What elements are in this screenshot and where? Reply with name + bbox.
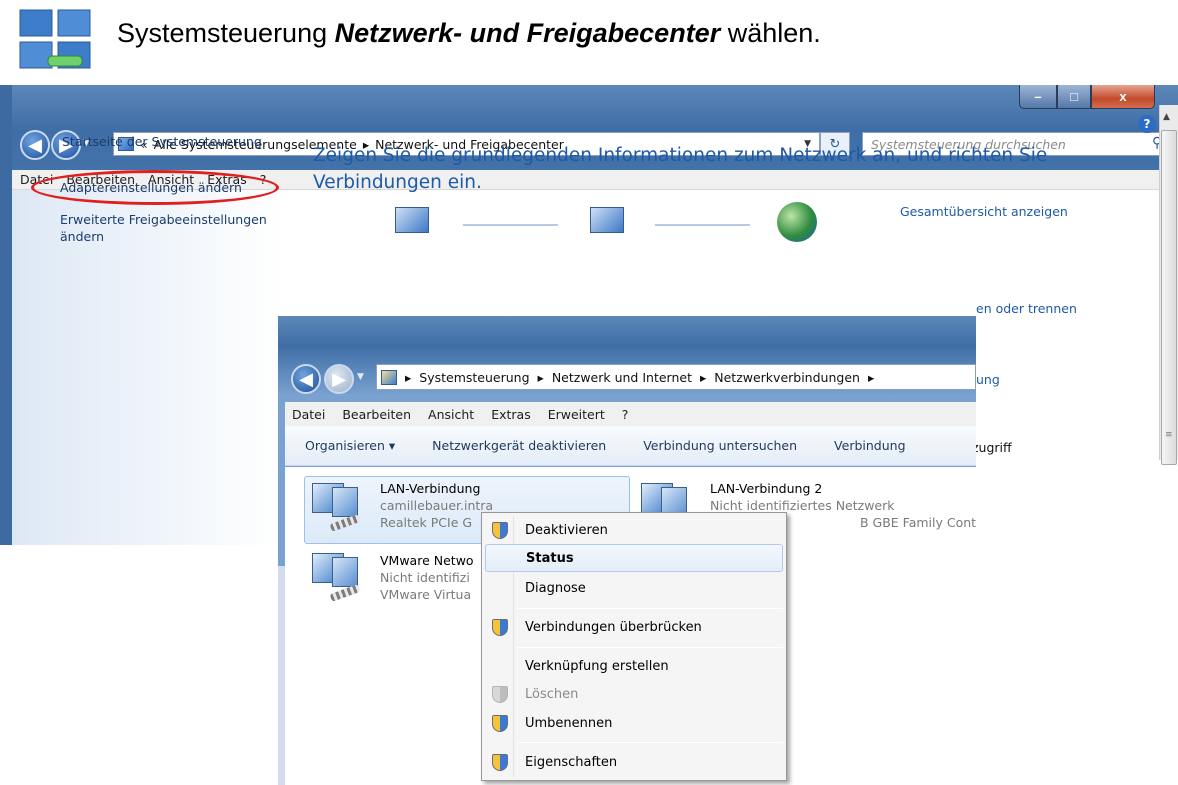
menu-item-create-shortcut[interactable]: Verknüpfung erstellen xyxy=(485,652,783,680)
arrow-left-icon: ◀ xyxy=(28,134,42,156)
connect-disconnect-link[interactable]: en oder trennen xyxy=(976,301,1077,316)
menu-item-bridge[interactable]: Verbindungen überbrücken xyxy=(485,613,783,641)
disable-device-button[interactable]: Netzwerkgerät deaktivieren xyxy=(432,438,606,453)
menu-erweitert[interactable]: Erweitert xyxy=(548,407,605,422)
scroll-up-icon[interactable]: ▲ xyxy=(1163,112,1170,122)
diagnose-connection-button[interactable]: Verbindung untersuchen xyxy=(643,438,797,453)
maximize-button[interactable]: □ xyxy=(1057,85,1091,109)
network-adapter-icon xyxy=(312,553,364,603)
setup-connection-link[interactable]: ung xyxy=(976,372,1000,387)
menu-item-rename[interactable]: Umbenennen xyxy=(485,709,783,737)
arrow-left-icon: ◀ xyxy=(299,368,313,390)
sidebar-link-advanced-sharing[interactable]: Erweiterte Freigabeeinstellungen ändern xyxy=(60,211,290,245)
network-icon xyxy=(590,207,624,233)
menu-item-deaktivieren[interactable]: Deaktivieren xyxy=(485,516,783,544)
control-panel-icon xyxy=(381,369,397,385)
page-heading: Zeigen Sie die grundlegenden Information… xyxy=(313,145,1048,193)
forward-button[interactable]: ▶ xyxy=(324,364,354,394)
menu-bar: Datei Bearbeiten Ansicht Extras Erweiter… xyxy=(285,402,976,426)
uac-shield-icon xyxy=(492,522,508,539)
close-button[interactable]: x xyxy=(1091,85,1155,109)
menu-separator xyxy=(517,647,783,648)
menu-item-label: Verbindungen überbrücken xyxy=(525,619,702,635)
help-icon[interactable]: ? xyxy=(1138,115,1156,133)
sidebar-link-home[interactable]: Startseite der Systemsteuerung xyxy=(62,133,262,150)
menu-datei[interactable]: Datei xyxy=(292,407,325,422)
arrow-right-icon: ▶ xyxy=(332,368,346,390)
menu-item-delete[interactable]: Löschen xyxy=(485,680,783,708)
menu-item-label: Eigenschaften xyxy=(525,754,618,770)
menu-separator xyxy=(517,608,783,609)
connection-button[interactable]: Verbindung xyxy=(834,438,905,453)
connection-network: camillebauer.intra xyxy=(380,498,494,513)
breadcrumb-network-connections[interactable]: Netzwerkverbindungen xyxy=(714,370,860,385)
organize-button[interactable]: Organisieren ▾ xyxy=(305,438,395,453)
menu-item-status[interactable]: Status xyxy=(485,544,783,572)
menu-separator xyxy=(517,742,783,743)
menu-item-label: Verknüpfung erstellen xyxy=(525,658,669,674)
uac-shield-icon xyxy=(492,619,508,636)
uac-shield-icon xyxy=(492,686,508,703)
breadcrumb-network-internet[interactable]: Netzwerk und Internet xyxy=(552,370,692,385)
connection-network: Nicht identifizi xyxy=(380,570,470,585)
scroll-grip-icon: ≡ xyxy=(1165,430,1173,440)
network-center-icon xyxy=(18,8,96,78)
menu-item-label: Löschen xyxy=(525,686,579,702)
window-border xyxy=(0,85,12,545)
menu-item-label: Status xyxy=(526,550,574,566)
address-bar[interactable]: ▸ Systemsteuerung ▸ Netzwerk und Interne… xyxy=(376,364,976,390)
network-link-line xyxy=(463,224,558,226)
highlight-ellipse xyxy=(31,170,279,205)
internet-globe-icon xyxy=(777,202,817,242)
menu-extras[interactable]: Extras xyxy=(491,407,531,422)
uac-shield-icon xyxy=(492,715,508,732)
overview-link[interactable]: Gesamtübersicht anzeigen xyxy=(900,204,1068,219)
network-adapter-icon xyxy=(312,483,364,533)
back-button[interactable]: ◀ xyxy=(291,364,321,394)
breadcrumb-control-panel[interactable]: Systemsteuerung xyxy=(419,370,529,385)
connection-device: Realtek PCIe G xyxy=(380,515,473,530)
breadcrumb-separator[interactable]: ▸ xyxy=(405,370,411,385)
menu-help[interactable]: ? xyxy=(622,407,629,422)
menu-item-properties[interactable]: Eigenschaften xyxy=(485,748,783,776)
back-button[interactable]: ◀ xyxy=(20,130,50,160)
minimize-button[interactable]: – xyxy=(1019,85,1057,109)
connection-name: LAN-Verbindung 2 xyxy=(710,481,823,496)
access-text: zugriff xyxy=(972,440,1012,455)
menu-ansicht[interactable]: Ansicht xyxy=(428,407,474,422)
menu-item-label: Umbenennen xyxy=(525,715,613,731)
command-bar: Organisieren ▾ Netzwerkgerät deaktiviere… xyxy=(285,426,976,466)
instruction-heading: Systemsteuerung Netzwerk- und Freigabece… xyxy=(117,18,821,48)
connection-name: LAN-Verbindung xyxy=(380,481,481,496)
context-menu: Deaktivieren Status Diagnose Verbindunge… xyxy=(481,512,787,781)
connection-name: VMware Netwo xyxy=(380,553,474,568)
breadcrumb-separator[interactable]: ▸ xyxy=(538,370,544,385)
connection-device: VMware Virtua xyxy=(380,587,472,602)
uac-shield-icon xyxy=(492,754,508,771)
network-link-line xyxy=(655,224,750,226)
computer-icon xyxy=(395,207,429,233)
breadcrumb-separator[interactable]: ▸ xyxy=(700,370,706,385)
menu-item-diagnose[interactable]: Diagnose xyxy=(485,574,783,602)
connection-lan1[interactable]: LAN-Verbindung camillebauer.intra Realte… xyxy=(380,480,493,531)
menu-item-label: Diagnose xyxy=(525,580,586,596)
breadcrumb-separator[interactable]: ▸ xyxy=(868,370,874,385)
menu-item-label: Deaktivieren xyxy=(525,522,608,538)
history-dropdown-icon[interactable]: ▼ xyxy=(357,372,364,382)
connection-vmware[interactable]: VMware Netwo Nicht identifizi VMware Vir… xyxy=(380,552,474,603)
menu-bearbeiten[interactable]: Bearbeiten xyxy=(342,407,411,422)
scrollbar-thumb[interactable] xyxy=(1161,130,1177,465)
window-border xyxy=(278,566,285,785)
